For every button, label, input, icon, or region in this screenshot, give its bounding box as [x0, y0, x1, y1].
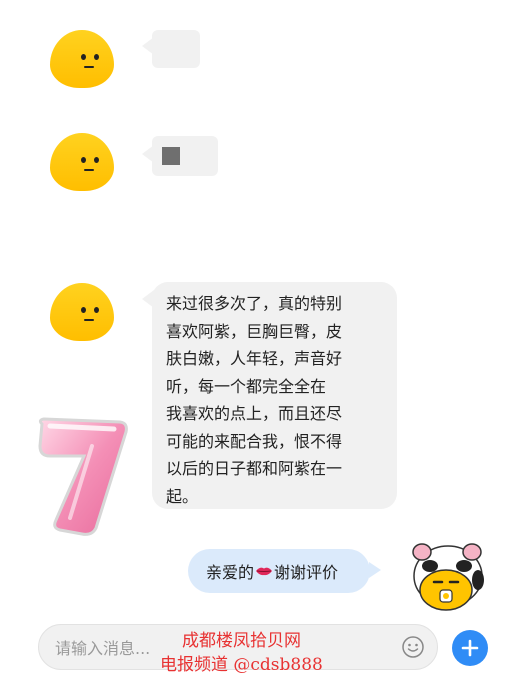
message-line: 起。 [166, 486, 199, 506]
reply-bubble-tail [369, 562, 381, 578]
watermark-line-2: 电报频道 @cdsb888 [160, 655, 323, 675]
balloon-seven-sticker [38, 417, 128, 536]
customer-avatar[interactable] [50, 133, 114, 191]
customer-avatar[interactable] [50, 30, 114, 88]
image-thumbnail[interactable] [162, 147, 180, 165]
message-bubble-image[interactable] [152, 136, 218, 176]
message-line: 听，每一个都完全全在 [166, 376, 327, 396]
message-bubble-empty[interactable] [152, 30, 200, 68]
review-message-bubble[interactable]: 来过很多次了，真的特别 喜欢阿紫，巨胸巨臀，皮 肤白嫩，人年轻，声音好 听，每一… [152, 282, 397, 509]
message-line: 来过很多次了，真的特别 [166, 294, 343, 313]
message-line: 肤白嫩，人年轻，声音好 [166, 349, 343, 368]
reply-text-before: 亲爱的 [206, 563, 255, 582]
lips-emoji-icon [256, 567, 273, 576]
reply-text-after: 谢谢评价 [274, 563, 339, 582]
merchant-avatar[interactable] [406, 540, 490, 612]
message-line: 可能的来配合我，恨不得 [166, 431, 343, 451]
message-line: 以后的日子都和阿紫在一 [166, 459, 343, 478]
watermark-line-1: 成都楼凤拾贝网 [182, 631, 301, 651]
plus-icon [461, 639, 479, 657]
reply-message-bubble[interactable]: 亲爱的 谢谢评价 [188, 549, 370, 593]
smiley-icon[interactable] [401, 635, 425, 659]
message-line: 喜欢阿紫，巨胸巨臀，皮 [166, 321, 343, 341]
add-button[interactable] [452, 630, 488, 666]
customer-avatar[interactable] [50, 283, 114, 341]
message-line: 我喜欢的点上，而且还尽 [166, 404, 343, 423]
